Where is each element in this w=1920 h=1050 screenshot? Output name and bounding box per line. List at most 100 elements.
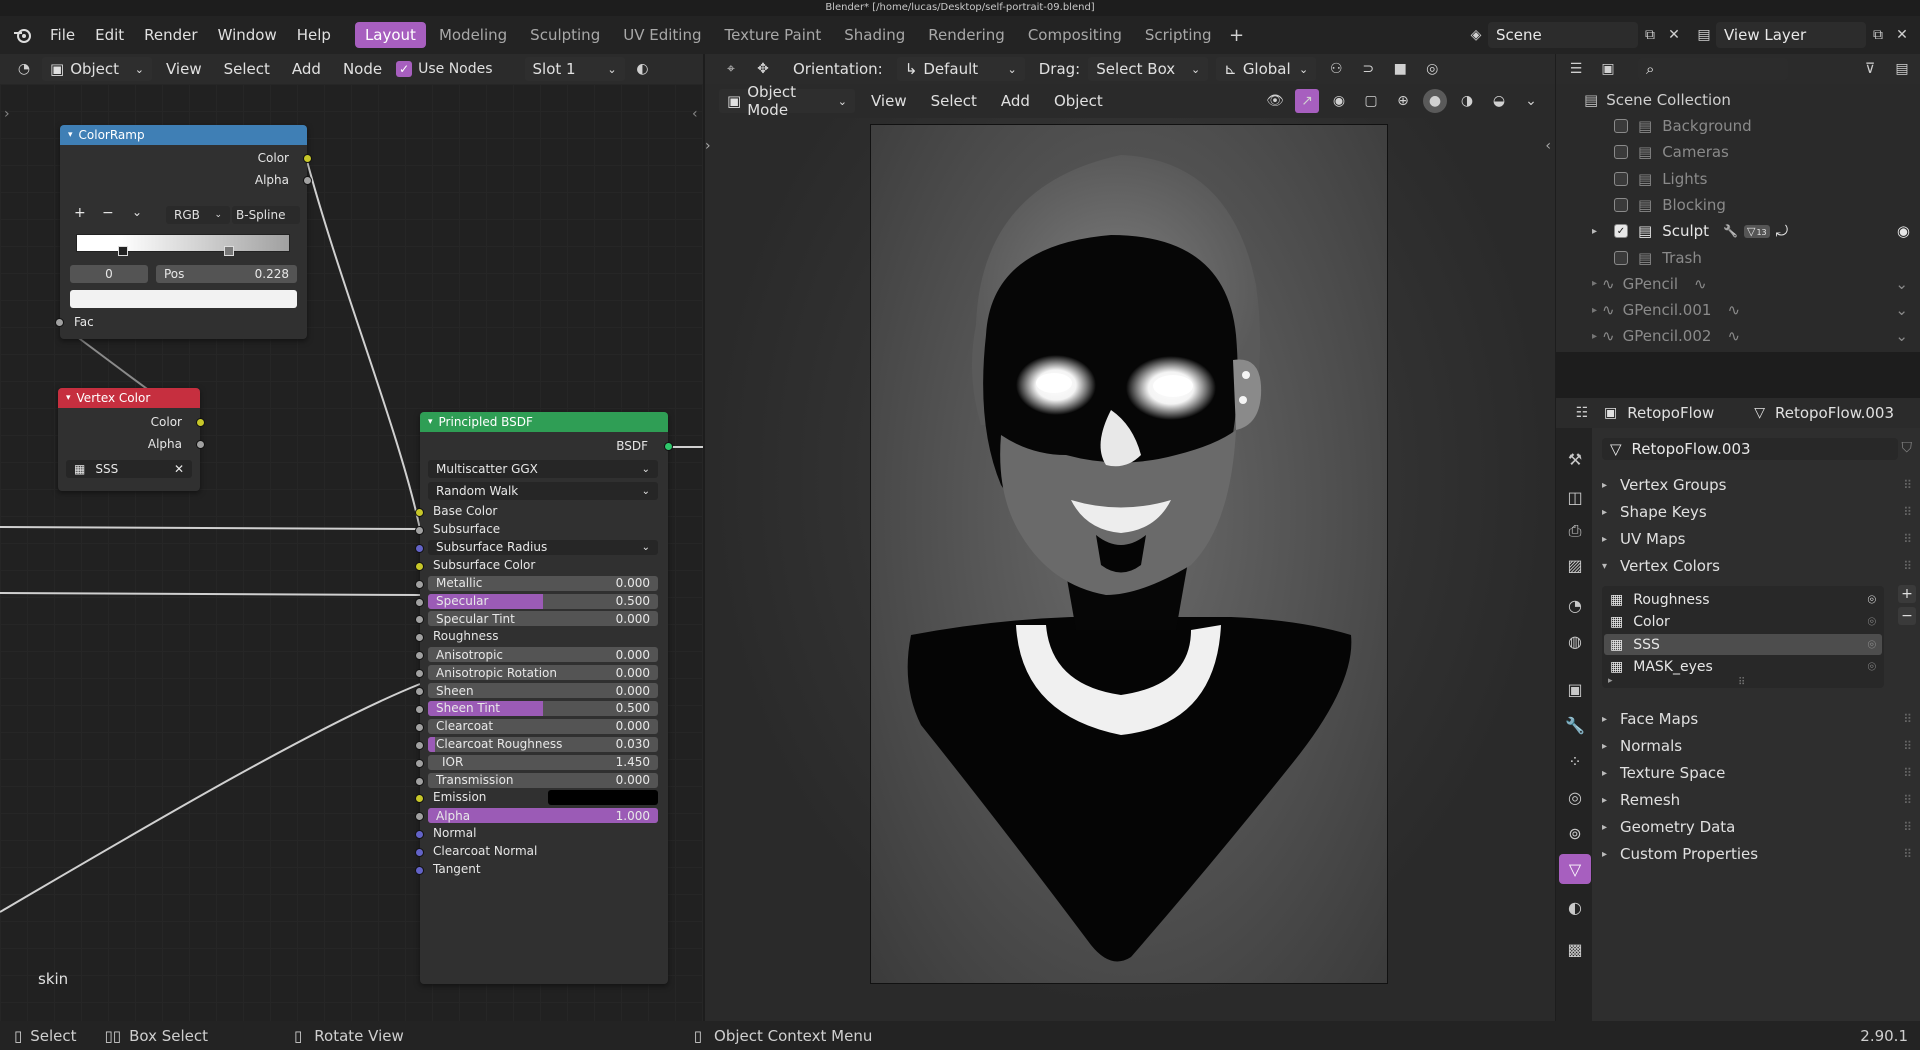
metallic-socket[interactable]: [415, 579, 424, 589]
tab-sculpting[interactable]: Sculpting: [520, 22, 610, 48]
clearcoat-slider[interactable]: Clearcoat 0.000: [428, 718, 658, 734]
alpha-slider[interactable]: Alpha 1.000: [428, 808, 658, 824]
tangent-socket[interactable]: [415, 866, 424, 875]
exclude-checkbox[interactable]: ✓: [1614, 224, 1628, 239]
sheen-socket[interactable]: [415, 687, 424, 696]
distribution-dropdown[interactable]: Multiscatter GGX ⌄: [428, 460, 658, 478]
drag-handle-icon[interactable]: ⠿: [1903, 712, 1912, 726]
close-scene-icon[interactable]: ✕: [1662, 23, 1686, 47]
exclude-checkbox[interactable]: [1614, 197, 1628, 212]
drag-handle-icon[interactable]: ⠿: [1903, 532, 1912, 546]
material-shading-icon[interactable]: ◑: [1455, 89, 1479, 113]
base-color-socket[interactable]: [415, 508, 424, 517]
panel-section[interactable]: ▸ Shape Keys ⠿: [1592, 500, 1920, 524]
eye-visibility-icon[interactable]: ◉: [1897, 222, 1910, 240]
anisotropic-socket[interactable]: [415, 651, 424, 661]
roughness-socket[interactable]: [415, 633, 424, 643]
emission-color-swatch[interactable]: [548, 790, 658, 806]
add-workspace-icon[interactable]: +: [1225, 23, 1249, 47]
properties-tab-render-icon[interactable]: ◫: [1559, 482, 1591, 512]
outliner-collection-row[interactable]: ▤ Blocking: [1556, 192, 1920, 218]
color-ramp-gradient[interactable]: [76, 234, 290, 252]
editor-type-icon[interactable]: ◔: [12, 57, 36, 81]
chevron-down-icon[interactable]: ⌄: [1895, 301, 1908, 319]
panel-section[interactable]: ▸ Face Maps ⠿: [1592, 707, 1920, 731]
filter-icon[interactable]: ⊽: [1858, 57, 1882, 81]
tab-compositing[interactable]: Compositing: [1018, 22, 1132, 48]
exclude-checkbox[interactable]: [1614, 119, 1628, 133]
view-layer-field[interactable]: View Layer: [1716, 22, 1866, 48]
tab-shading[interactable]: Shading: [834, 22, 915, 48]
collapse-sidebar-icon[interactable]: ‹: [692, 106, 698, 122]
transform-orientation-dropdown[interactable]: ⊾ Global ⌄: [1216, 57, 1317, 81]
expand-arrow-icon[interactable]: ▸: [1592, 226, 1597, 237]
gizmo-icon[interactable]: ↗: [1295, 89, 1319, 113]
chevron-down-icon[interactable]: ⌄: [1895, 327, 1908, 345]
outliner-gpencil-row[interactable]: ▸ ∿ GPencil ∿ ⌄: [1556, 271, 1920, 297]
outliner-editor-type-icon[interactable]: ☰: [1564, 57, 1588, 81]
new-collection-icon[interactable]: ▤: [1890, 57, 1914, 81]
ramp-stop-white[interactable]: [118, 246, 128, 256]
rendered-shading-icon[interactable]: ◒: [1487, 89, 1511, 113]
mesh-count-icon[interactable]: ▽13: [1744, 224, 1770, 238]
node-canvas[interactable]: ▾ ColorRamp Color Alpha + − ⌄ RGB ⌄ B-Spli…: [0, 84, 703, 1021]
tab-uv-editing[interactable]: UV Editing: [613, 22, 711, 48]
normal-socket[interactable]: [415, 830, 424, 840]
active-render-camera-icon[interactable]: ⌾: [1868, 637, 1876, 653]
list-filter-arrow-icon[interactable]: ▸: [1608, 676, 1613, 686]
panel-section[interactable]: ▸ Texture Space ⠿: [1592, 761, 1920, 785]
drag-handle-icon[interactable]: ⠿: [1903, 505, 1912, 519]
overlays-icon[interactable]: ◉: [1327, 89, 1351, 113]
drag-handle-icon[interactable]: ⠿: [1903, 847, 1912, 861]
vertex-color-alpha-socket[interactable]: [196, 440, 205, 449]
panel-section[interactable]: ▸ Vertex Groups ⠿: [1592, 473, 1920, 497]
vertex-color-item[interactable]: ▦ SSS ⌾: [1604, 634, 1882, 655]
bsdf-output-socket[interactable]: [664, 442, 673, 451]
transmission-socket[interactable]: [415, 776, 424, 786]
wrench-icon[interactable]: 🔧: [1723, 224, 1738, 238]
tab-texture-paint[interactable]: Texture Paint: [714, 22, 831, 48]
exclude-checkbox[interactable]: [1614, 145, 1628, 160]
colorramp-node[interactable]: ▾ ColorRamp Color Alpha + − ⌄ RGB ⌄ B-Spli…: [55, 125, 312, 339]
active-render-camera-icon[interactable]: ⌾: [1868, 659, 1876, 675]
bsdf-header[interactable]: ▾ Principled BSDF: [420, 412, 668, 432]
add-vertex-color-button[interactable]: +: [1898, 585, 1916, 603]
copy-view-layer-icon[interactable]: ⧉: [1866, 23, 1890, 47]
tab-scripting[interactable]: Scripting: [1135, 22, 1222, 48]
vertex-color-node[interactable]: ▾ Vertex Color Color Alpha ▦ SSS ✕: [58, 388, 205, 491]
subsurface-color-socket[interactable]: [415, 561, 424, 571]
toolbar-toggle-icon[interactable]: ›: [705, 138, 711, 154]
expand-arrow-icon[interactable]: ▸: [1592, 305, 1597, 316]
exclude-checkbox[interactable]: [1614, 171, 1628, 186]
specular-socket[interactable]: [415, 597, 424, 607]
panel-section[interactable]: ▸ Remesh ⠿: [1592, 788, 1920, 812]
outliner-search-field[interactable]: ⌕: [1638, 58, 1788, 80]
properties-tab-object-icon[interactable]: ▣: [1559, 674, 1591, 704]
panel-section[interactable]: ▸ Normals ⠿: [1592, 734, 1920, 758]
exclude-checkbox[interactable]: [1614, 250, 1628, 265]
sheen-tint-socket[interactable]: [415, 704, 424, 714]
properties-tab-modifier-icon[interactable]: 🔧: [1559, 710, 1591, 740]
solid-shading-icon[interactable]: ●: [1423, 89, 1447, 113]
view-layer-icon[interactable]: ▤: [1692, 23, 1716, 47]
close-view-layer-icon[interactable]: ✕: [1890, 23, 1914, 47]
vertex-colors-panel[interactable]: ▾ Vertex Colors ⠿: [1592, 554, 1920, 578]
node-menu-view[interactable]: View: [158, 60, 210, 78]
chevron-down-icon[interactable]: ⌄: [1895, 275, 1908, 293]
menu-file[interactable]: File: [40, 26, 85, 44]
tab-layout[interactable]: Layout: [354, 22, 426, 48]
viewport-menu-view[interactable]: View: [863, 92, 915, 110]
vertex-color-item[interactable]: ▦ Roughness ⌾: [1604, 589, 1882, 610]
drag-handle-icon[interactable]: ⠿: [1903, 793, 1912, 807]
outliner-gpencil-row[interactable]: ▸ ∿ GPencil.002 ∿ ⌄: [1556, 323, 1920, 349]
properties-tab-particles-icon[interactable]: ⁘: [1559, 746, 1591, 776]
properties-tab-output-icon[interactable]: ⎙: [1559, 516, 1591, 546]
properties-tab-view-layer-icon[interactable]: ▨: [1559, 550, 1591, 580]
transform-pivot-icon[interactable]: ✥: [751, 57, 775, 81]
properties-tab-world-icon[interactable]: ◍: [1559, 626, 1591, 656]
outliner-collection-row[interactable]: ▤ Lights: [1556, 166, 1920, 192]
viewport-menu-select[interactable]: Select: [923, 92, 985, 110]
panel-section[interactable]: ▸ Custom Properties ⠿: [1592, 842, 1920, 866]
specular-slider[interactable]: Specular 0.500: [428, 593, 658, 609]
fake-user-shield-icon[interactable]: ⛉: [1902, 440, 1913, 456]
